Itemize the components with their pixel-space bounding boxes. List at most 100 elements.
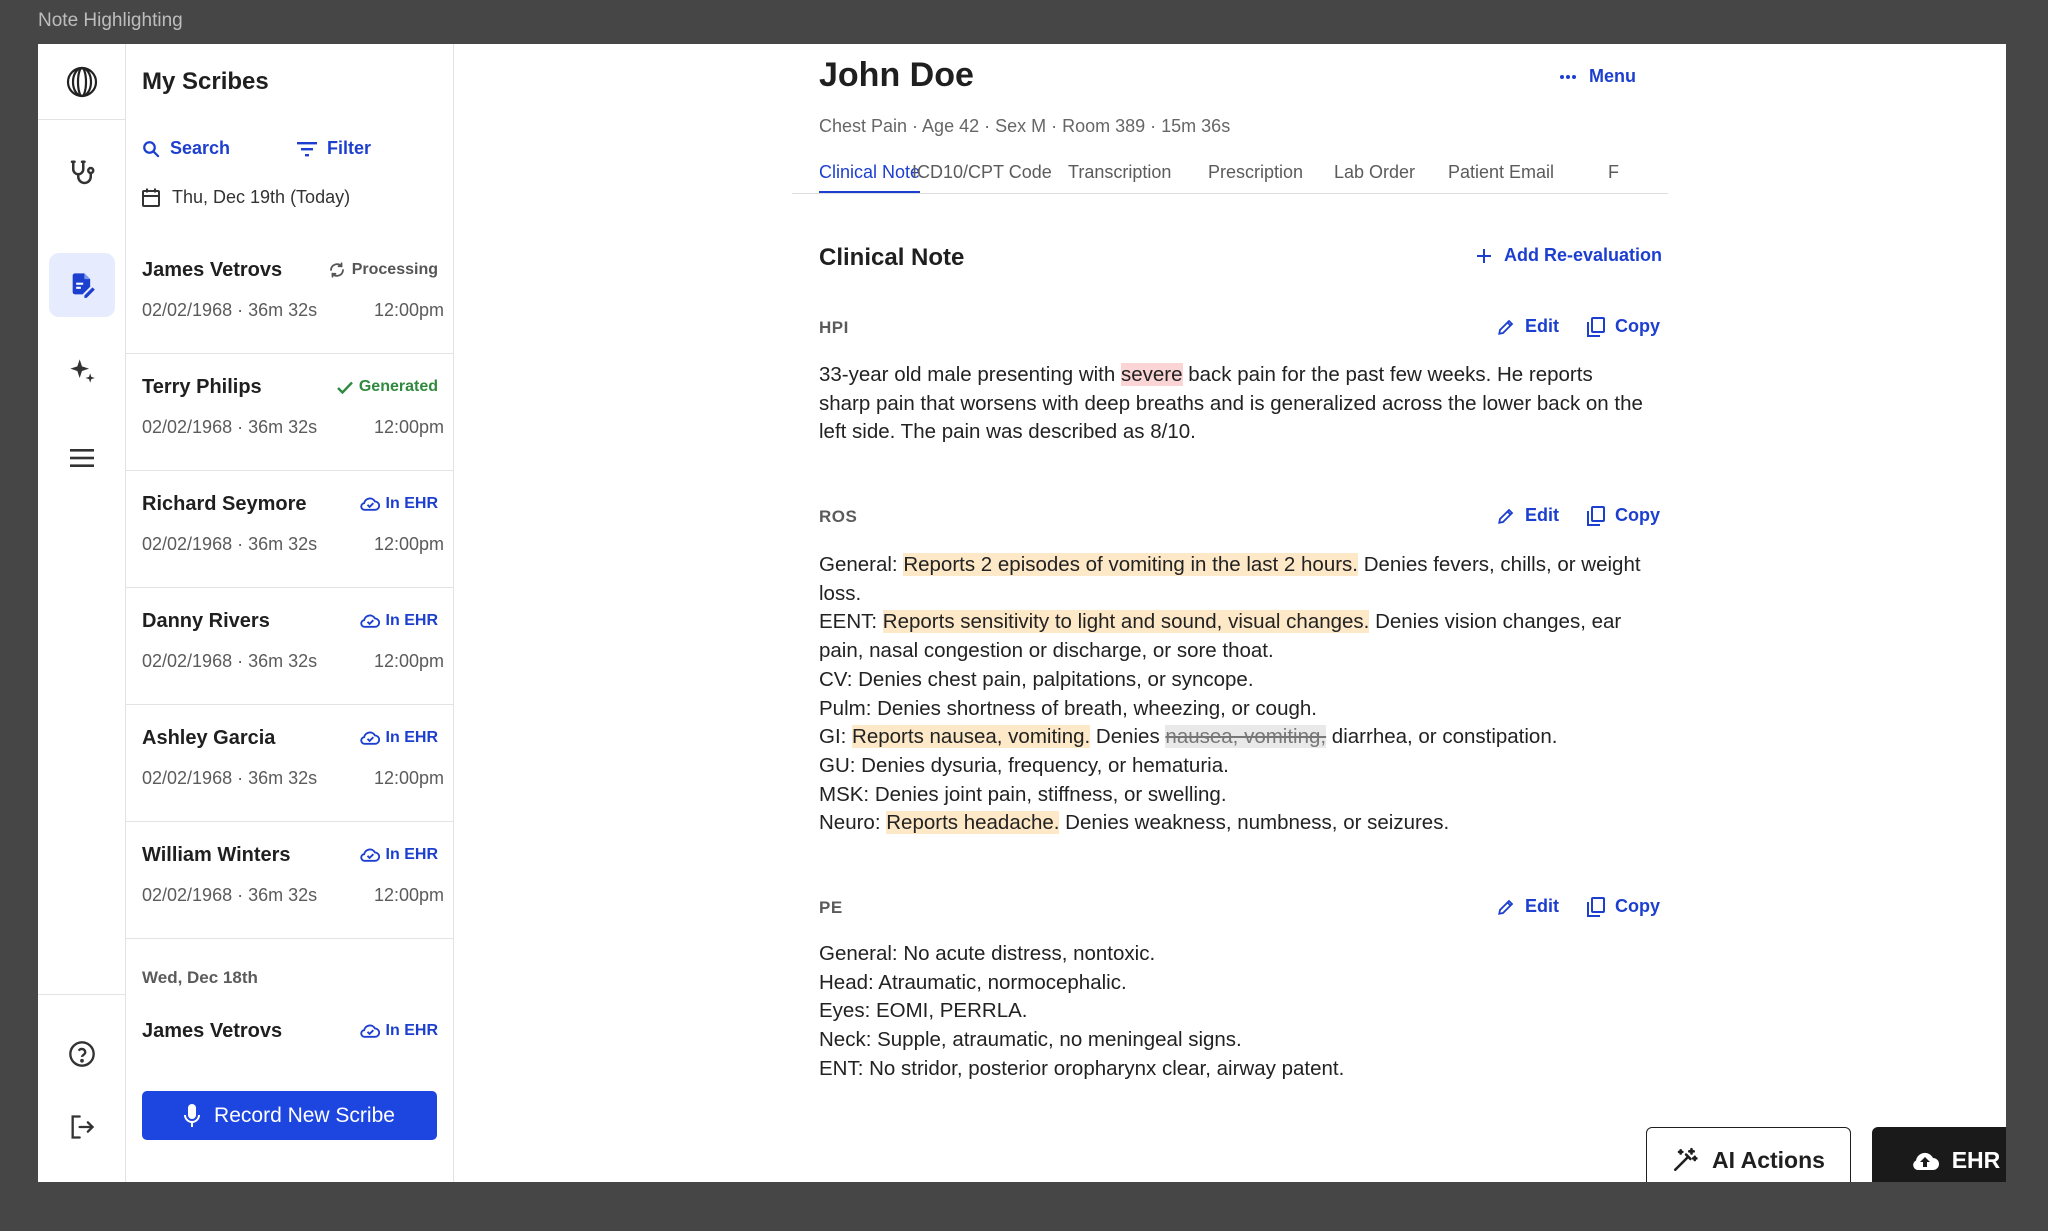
status-badge: Processing xyxy=(328,261,438,279)
item-meta: 02/02/1968 · 36m 32s xyxy=(142,300,318,320)
tab-overflow[interactable]: F xyxy=(1608,162,1619,193)
nav-help[interactable] xyxy=(49,1022,115,1086)
list-item[interactable]: William Winters In EHR 02/02/1968 · 36m 32… xyxy=(126,822,454,939)
pe-text: General: No acute distress, nontoxic. He… xyxy=(819,940,1649,1084)
status-label: Generated xyxy=(358,378,438,395)
filter-icon xyxy=(297,141,317,156)
cloud-icon xyxy=(359,731,380,745)
list-item[interactable]: Terry Philips Generated 02/02/1968 · 36m 3… xyxy=(126,354,454,471)
list-item[interactable]: Danny Rivers In EHR 02/02/1968 · 36m 32s 12… xyxy=(126,588,454,705)
logout-icon xyxy=(71,1115,95,1139)
tab-patient-email[interactable]: Patient Email xyxy=(1448,162,1554,193)
highlight-general[interactable]: Reports 2 episodes of vomiting in the la… xyxy=(903,553,1358,576)
highlight-eent[interactable]: Reports sensitivity to light and sound, … xyxy=(882,610,1370,634)
pe-edit-button[interactable]: Edit xyxy=(1497,896,1559,917)
ros-label: ROS xyxy=(819,507,858,526)
nav-menu[interactable] xyxy=(49,426,115,490)
send-to-ehr-button[interactable]: EHR xyxy=(1872,1127,2006,1182)
date-group-label: Wed, Dec 18th xyxy=(142,968,258,987)
hamburger-menu-icon xyxy=(70,449,94,467)
menu-button[interactable]: Menu xyxy=(1559,66,1636,87)
item-meta: 02/02/1968 · 36m 32s xyxy=(142,768,318,788)
status-badge: Generated xyxy=(337,378,438,396)
nav-rail xyxy=(38,44,126,1182)
hpi-edit-button[interactable]: Edit xyxy=(1497,316,1559,337)
patient-meta: Chest Pain · Age 42 · Sex M · Room 389 ·… xyxy=(819,116,1231,136)
item-time: 12:00pm xyxy=(373,300,444,320)
ros-text[interactable]: General: Reports 2 episodes of vomiting … xyxy=(819,551,1649,838)
list-item[interactable]: Richard Seymore In EHR 02/02/1968 · 36m 32… xyxy=(126,471,454,588)
ros-msk: MSK: Denies joint pain, stiffness, or sw… xyxy=(819,782,1227,806)
plus-icon xyxy=(1477,248,1491,263)
patient-name: William Winters xyxy=(142,844,291,866)
list-item[interactable]: Ashley Garcia In EHR 02/02/1968 · 36m 32s 1… xyxy=(126,705,454,822)
cloud-icon xyxy=(359,848,380,862)
microphone-icon xyxy=(184,1103,201,1127)
copy-label: Copy xyxy=(1615,505,1660,525)
date-picker[interactable]: Thu, Dec 19th (Today) xyxy=(142,187,350,208)
cloud-icon xyxy=(359,497,380,511)
pe-scroll-area[interactable]: General: No acute distress, nontoxic. He… xyxy=(819,940,1649,1116)
patient-name: Ashley Garcia xyxy=(142,727,276,749)
strikethrough-gi[interactable]: nausea, vomiting, xyxy=(1165,725,1327,749)
filter-button[interactable]: Filter xyxy=(297,138,371,159)
tab-icd10-cpt[interactable]: ICD10/CPT Code xyxy=(912,162,1052,193)
copy-label: Copy xyxy=(1615,896,1660,916)
item-time: 12:00pm xyxy=(373,534,444,554)
tab-clinical-note[interactable]: Clinical Note xyxy=(819,162,921,193)
list-item[interactable]: James Vetrovs Processing 02/02/1968 · 36m … xyxy=(126,237,454,354)
ros-gu: GU: Denies dysuria, frequency, or hematu… xyxy=(819,753,1229,777)
sparkle-icon xyxy=(70,359,95,383)
ros-copy-button[interactable]: Copy xyxy=(1587,505,1660,526)
add-reevaluation-label: Add Re-evaluation xyxy=(1504,245,1663,265)
ros-general: General: Reports 2 episodes of vomiting … xyxy=(819,551,1649,608)
nav-notes[interactable] xyxy=(49,253,115,317)
add-reevaluation-button[interactable]: Add Re-evaluation xyxy=(1476,245,1662,266)
scribe-list-pane: My Scribes Search Filter Thu, Dec 19th (… xyxy=(126,44,454,1182)
cloud-icon xyxy=(359,614,380,628)
copy-label: Copy xyxy=(1615,316,1660,336)
highlight-neuro[interactable]: Reports headache. xyxy=(886,811,1060,835)
app-window: My Scribes Search Filter Thu, Dec 19th (… xyxy=(38,44,2006,1182)
pe-line: ENT: No stridor, posterior oropharynx cl… xyxy=(819,1056,1345,1080)
hpi-text[interactable]: 33-year old male presenting with severe … xyxy=(819,361,1649,447)
tab-prescription[interactable]: Prescription xyxy=(1208,162,1303,193)
nav-logout[interactable] xyxy=(49,1095,115,1159)
tab-transcription[interactable]: Transcription xyxy=(1068,162,1171,193)
ros-pulm: Pulm: Denies shortness of breath, wheezi… xyxy=(819,696,1317,720)
pe-copy-button[interactable]: Copy xyxy=(1587,896,1660,917)
window-title: Note Highlighting xyxy=(38,10,183,31)
ros-neuro-post: Denies weakness, numbness, or seizures. xyxy=(1059,811,1450,835)
status-label: In EHR xyxy=(385,495,438,512)
nav-ai[interactable] xyxy=(49,339,115,403)
globe-logo-icon xyxy=(66,66,97,97)
patient-name: James Vetrovs xyxy=(142,1020,283,1042)
filter-label: Filter xyxy=(327,138,372,158)
hpi-copy-button[interactable]: Copy xyxy=(1587,316,1660,337)
highlight-severe[interactable]: severe xyxy=(1120,363,1183,386)
hpi-actions: Edit Copy xyxy=(1497,316,1660,337)
pe-label: PE xyxy=(819,898,843,917)
app-logo[interactable] xyxy=(38,44,125,120)
patient-name: Terry Philips xyxy=(142,376,262,398)
edit-label: Edit xyxy=(1525,316,1559,336)
record-new-scribe-button[interactable]: Record New Scribe xyxy=(142,1091,437,1140)
search-icon xyxy=(143,140,160,157)
section-title: Clinical Note xyxy=(819,244,965,271)
ehr-label: EHR xyxy=(1951,1146,2001,1173)
highlight-gi[interactable]: Reports nausea, vomiting. xyxy=(852,725,1091,749)
list-item[interactable]: James Vetrovs In EHR xyxy=(126,1010,454,1070)
pe-actions: Edit Copy xyxy=(1497,896,1660,917)
ai-actions-button[interactable]: AI Actions xyxy=(1646,1127,1851,1182)
ros-gi-pre: GI: xyxy=(819,725,853,749)
status-label: Processing xyxy=(351,261,438,278)
search-button[interactable]: Search xyxy=(142,138,230,159)
tab-lab-order[interactable]: Lab Order xyxy=(1334,162,1415,193)
rail-divider xyxy=(38,994,126,995)
nav-stethoscope[interactable] xyxy=(49,141,115,205)
status-badge: In EHR xyxy=(359,846,438,864)
ros-edit-button[interactable]: Edit xyxy=(1497,505,1559,526)
item-meta: 02/02/1968 · 36m 32s xyxy=(142,651,318,671)
status-label: In EHR xyxy=(385,1022,438,1039)
menu-label: Menu xyxy=(1589,66,1636,86)
